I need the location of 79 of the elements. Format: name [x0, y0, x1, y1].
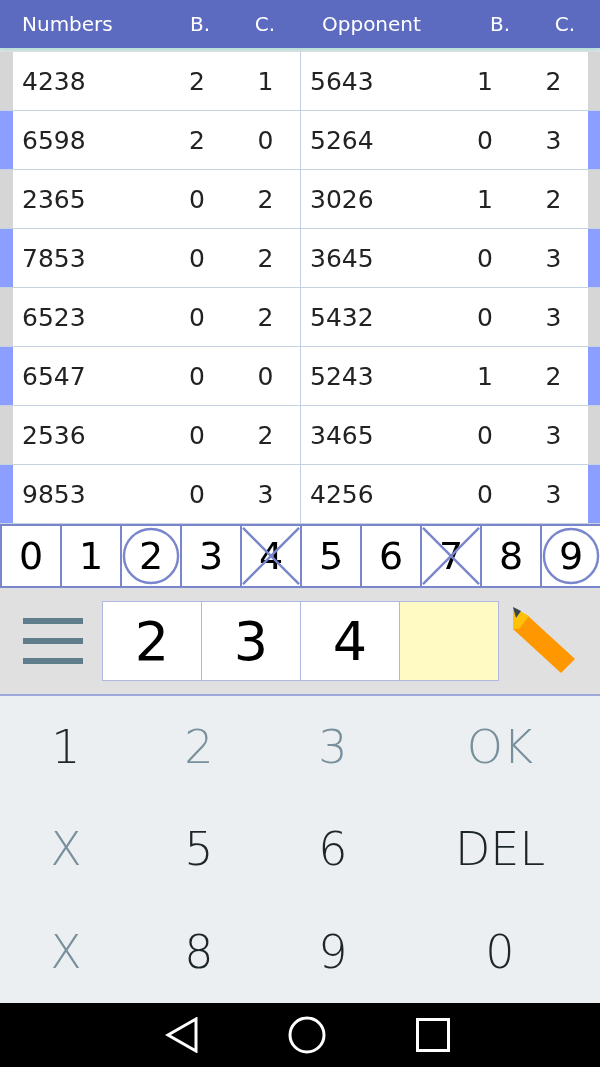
- table-cell-text: 2365: [21, 184, 87, 214]
- table-cell-text: 3: [544, 243, 563, 273]
- table-cell-text: 0: [256, 125, 275, 155]
- table-cell-text: 2536: [21, 420, 87, 450]
- table-cell-text: 0: [188, 243, 206, 273]
- column-header: Opponent: [321, 12, 422, 36]
- back-icon[interactable]: [164, 1017, 199, 1053]
- table-cell-text: 4238: [21, 66, 87, 96]
- table-cell-text: 0: [476, 302, 494, 332]
- table-cell-text: 2: [256, 302, 275, 332]
- table-cell-text: 3: [544, 420, 563, 450]
- keypad-key[interactable]: 9: [266, 900, 400, 1003]
- recents-icon[interactable]: [416, 1018, 451, 1052]
- digit-toggle[interactable]: 0: [0, 526, 62, 586]
- table-cell-text: 6547: [21, 361, 87, 391]
- table-cell-text: 0: [476, 420, 494, 450]
- table-cell-text: 0: [256, 361, 275, 391]
- column-header: B.: [188, 12, 212, 36]
- table-row[interactable]: 2536 0 2 3465 0 3: [0, 406, 600, 465]
- keypad-key[interactable]: DEL: [400, 798, 600, 901]
- table-cell-text: 4256: [309, 479, 375, 509]
- table-cell-text: 5243: [309, 361, 375, 391]
- table-cell-text: 0: [188, 184, 206, 214]
- table-cell-text: 1: [476, 184, 494, 214]
- table-cell-text: 3645: [309, 243, 375, 273]
- table-cell-text: 5264: [309, 125, 375, 155]
- table-cell-text: 1: [476, 361, 494, 391]
- table-cell-text: 3: [544, 125, 563, 155]
- keypad-key[interactable]: 8: [132, 900, 266, 1003]
- home-icon[interactable]: [288, 1016, 327, 1054]
- table-cell-text: 5432: [309, 302, 375, 332]
- table-cell-text: 5643: [309, 66, 375, 96]
- table-cell-text: 3: [544, 479, 563, 509]
- digit-slot[interactable]: 2: [102, 601, 202, 681]
- table-cell-text: 0: [476, 479, 494, 509]
- table-cell-text: 6523: [21, 302, 87, 332]
- column-header: B.: [488, 12, 512, 36]
- table-cell-text: 2: [544, 184, 563, 214]
- table-cell-text: 0: [188, 361, 206, 391]
- column-header: C.: [253, 12, 277, 36]
- digit-slot[interactable]: 3: [201, 601, 301, 681]
- table-cell-text: 0: [476, 125, 494, 155]
- digit-slot[interactable]: 4: [300, 601, 400, 681]
- table-cell-text: 1: [476, 66, 494, 96]
- table-cell-text: 7853: [21, 243, 87, 273]
- column-header: Numbers: [21, 12, 114, 36]
- table-cell-text: 3: [544, 302, 563, 332]
- table-cell-text: 0: [188, 420, 206, 450]
- table-cell-text: 2: [256, 243, 275, 273]
- table-cell-text: 2: [256, 184, 275, 214]
- digit-toggle[interactable]: 2: [122, 526, 182, 586]
- keypad-key[interactable]: 1: [0, 696, 132, 799]
- table-row[interactable]: 6547 0 0 5243 1 2: [0, 347, 600, 406]
- menu-icon[interactable]: [23, 618, 83, 664]
- table-cell-text: 2: [544, 66, 563, 96]
- keypad-key[interactable]: 0: [400, 900, 600, 1003]
- table-cell-text: 0: [476, 243, 494, 273]
- column-header: C.: [553, 12, 577, 36]
- keypad-key[interactable]: 6: [266, 798, 400, 901]
- table-row[interactable]: 6523 0 2 5432 0 3: [0, 288, 600, 347]
- table-cell-text: 2: [188, 125, 206, 155]
- table-cell-text: 0: [188, 479, 206, 509]
- table-cell-text: 2: [256, 420, 275, 450]
- table-cell-text: 0: [188, 302, 206, 332]
- table-row[interactable]: 6598 2 0 5264 0 3: [0, 111, 600, 170]
- table-row[interactable]: 9853 0 3 4256 0 3: [0, 465, 600, 524]
- table-cell-text: 3: [256, 479, 275, 509]
- table-cell-text: 6598: [21, 125, 87, 155]
- table-cell-text: 1: [256, 66, 275, 96]
- table-cell-text: 3465: [309, 420, 375, 450]
- table-row[interactable]: 7853 0 2 3645 0 3: [0, 229, 600, 288]
- table-row[interactable]: 4238 2 1 5643 1 2: [0, 52, 600, 111]
- table-cell-text: 2: [544, 361, 563, 391]
- table-row[interactable]: 2365 0 2 3026 1 2: [0, 170, 600, 229]
- keypad-key[interactable]: 5: [132, 798, 266, 901]
- digit-toggle[interactable]: 9: [542, 526, 600, 586]
- table-cell-text: 2: [188, 66, 206, 96]
- table-cell-text: 3026: [309, 184, 375, 214]
- table-cell-text: 9853: [21, 479, 87, 509]
